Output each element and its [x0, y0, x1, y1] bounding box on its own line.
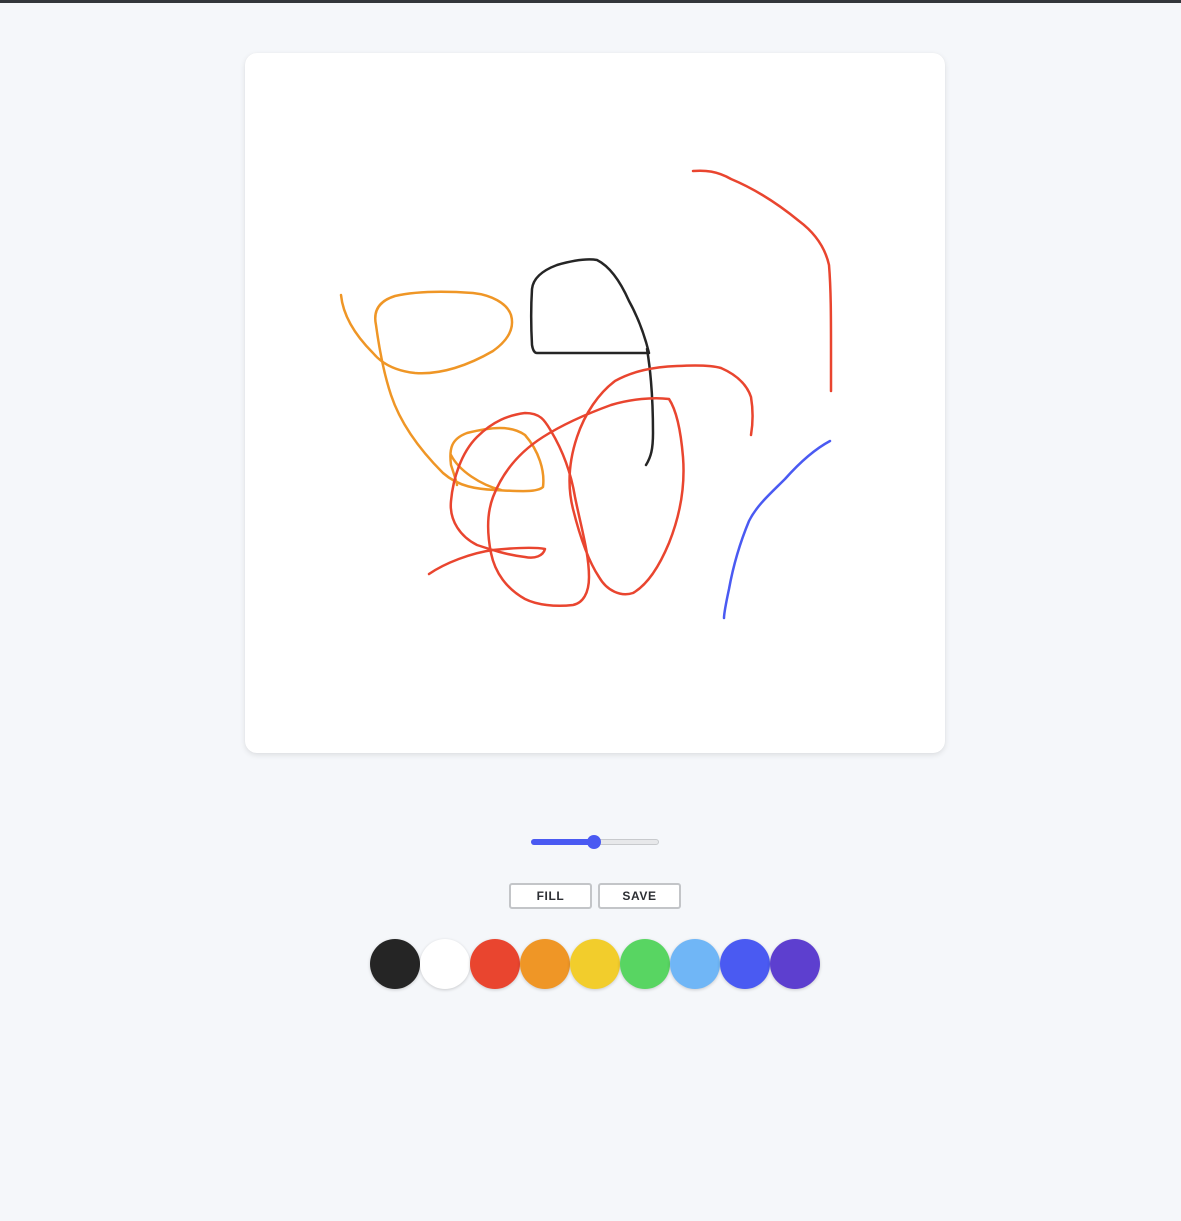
stroke-red-1	[427, 364, 754, 607]
slider-fill	[531, 839, 594, 845]
color-swatch-red[interactable]	[470, 939, 520, 989]
stroke-orange-2	[449, 453, 503, 492]
save-button[interactable]: SAVE	[598, 883, 681, 909]
color-palette	[370, 939, 820, 989]
color-swatch-orange[interactable]	[520, 939, 570, 989]
stroke-purple	[722, 439, 832, 620]
color-swatch-purple[interactable]	[770, 939, 820, 989]
toolbar: FILL SAVE	[509, 883, 681, 909]
color-swatch-white[interactable]	[420, 939, 470, 989]
stroke-blue	[691, 169, 833, 393]
color-swatch-light-blue[interactable]	[670, 939, 720, 989]
color-swatch-green[interactable]	[620, 939, 670, 989]
brush-size-slider[interactable]	[531, 835, 659, 849]
drawing-canvas[interactable]	[245, 53, 945, 753]
slider-thumb[interactable]	[587, 835, 601, 849]
color-swatch-black[interactable]	[370, 939, 420, 989]
color-swatch-yellow[interactable]	[570, 939, 620, 989]
color-swatch-blue[interactable]	[720, 939, 770, 989]
fill-button[interactable]: FILL	[509, 883, 592, 909]
canvas-drawing	[339, 169, 833, 620]
